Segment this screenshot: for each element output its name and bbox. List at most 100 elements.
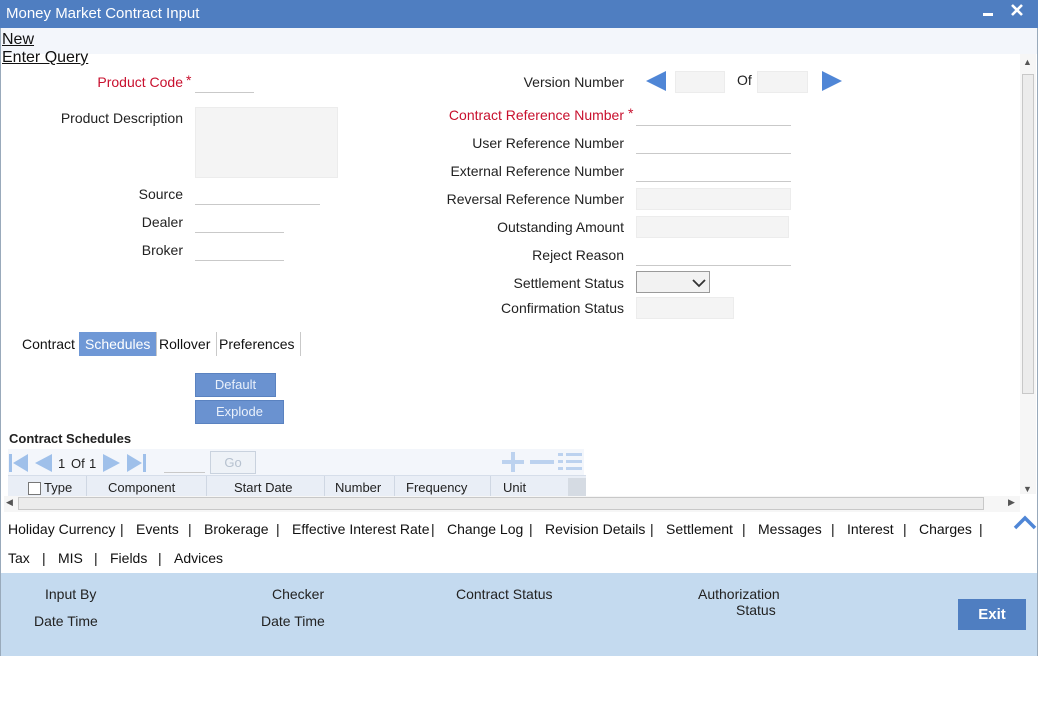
link-separator: | xyxy=(158,550,162,566)
link-change-log[interactable]: Change Log xyxy=(447,521,523,537)
link-separator: | xyxy=(529,521,533,537)
link-mis[interactable]: MIS xyxy=(58,550,83,566)
user-reference-input[interactable] xyxy=(636,132,791,154)
contract-reference-required-marker: * xyxy=(628,105,634,121)
input-by-label: Input By xyxy=(45,586,97,602)
schedules-grid-header: Type Component Start Date Number Frequen… xyxy=(8,475,586,498)
scroll-up-icon[interactable]: ▲ xyxy=(1023,57,1032,67)
tab-preferences[interactable]: Preferences xyxy=(213,332,302,356)
source-label: Source xyxy=(138,186,183,202)
column-divider xyxy=(86,476,87,498)
go-button[interactable]: Go xyxy=(210,451,256,474)
link-separator: | xyxy=(979,521,983,537)
tab-rollover[interactable]: Rollover xyxy=(153,332,218,356)
link-fields[interactable]: Fields xyxy=(110,550,147,566)
version-total-field xyxy=(757,71,808,93)
link-holiday-currency[interactable]: Holiday Currency xyxy=(8,521,115,537)
checker-label: Checker xyxy=(272,586,325,602)
vertical-scroll-thumb[interactable] xyxy=(1022,74,1034,394)
tab-schedules[interactable]: Schedules xyxy=(79,332,158,356)
single-view-icon[interactable] xyxy=(557,452,583,475)
exit-button[interactable]: Exit xyxy=(958,599,1026,630)
column-header-type[interactable]: Type xyxy=(44,480,72,495)
column-header-start-date[interactable]: Start Date xyxy=(234,480,293,495)
settlement-status-label: Settlement Status xyxy=(513,275,624,291)
default-button[interactable]: Default xyxy=(195,373,276,397)
link-tax[interactable]: Tax xyxy=(8,550,30,566)
link-separator: | xyxy=(42,550,46,566)
link-separator: | xyxy=(94,550,98,566)
product-description-field xyxy=(195,107,338,178)
contract-reference-input[interactable] xyxy=(636,104,791,126)
checker-date-time-label: Date Time xyxy=(261,613,325,629)
next-page-icon[interactable] xyxy=(102,453,122,476)
external-reference-input[interactable] xyxy=(636,160,791,182)
explode-button[interactable]: Explode xyxy=(195,400,284,424)
title-bar: Money Market Contract Input xyxy=(0,0,1038,28)
scroll-down-icon[interactable]: ▼ xyxy=(1023,484,1032,494)
link-separator: | xyxy=(188,521,192,537)
broker-input[interactable] xyxy=(195,239,284,261)
confirmation-status-label: Confirmation Status xyxy=(501,300,624,316)
product-code-required-marker: * xyxy=(186,72,192,88)
version-number-field xyxy=(675,71,725,93)
page-of-label: Of xyxy=(71,456,85,471)
window-title: Money Market Contract Input xyxy=(6,5,200,22)
version-number-label: Version Number xyxy=(523,74,624,90)
column-header-frequency[interactable]: Frequency xyxy=(406,480,467,495)
input-date-time-label: Date Time xyxy=(34,613,98,629)
column-divider xyxy=(490,476,491,498)
outstanding-amount-field xyxy=(636,216,789,238)
source-input[interactable] xyxy=(195,183,320,205)
new-link[interactable]: New xyxy=(2,31,34,49)
add-row-icon[interactable] xyxy=(501,452,525,475)
page-jump-input[interactable] xyxy=(164,451,205,473)
product-description-label: Product Description xyxy=(60,110,183,126)
product-code-input[interactable] xyxy=(195,71,254,93)
column-header-number[interactable]: Number xyxy=(335,480,381,495)
dealer-input[interactable] xyxy=(195,211,284,233)
product-code-label: Product Code xyxy=(97,74,183,90)
column-divider xyxy=(394,476,395,498)
outstanding-amount-label: Outstanding Amount xyxy=(497,219,624,235)
delete-row-icon[interactable] xyxy=(529,452,555,475)
tab-contract[interactable]: Contract xyxy=(16,332,82,356)
reject-reason-input[interactable] xyxy=(636,244,791,266)
prev-page-icon[interactable] xyxy=(33,453,53,476)
link-messages[interactable]: Messages xyxy=(758,521,822,537)
page-total: 1 xyxy=(89,456,97,471)
scroll-right-icon[interactable]: ▶ xyxy=(1008,497,1015,508)
column-header-component[interactable]: Component xyxy=(108,480,175,495)
link-brokerage[interactable]: Brokerage xyxy=(204,521,269,537)
authorization-status-label: Status xyxy=(736,602,776,618)
horizontal-scroll-thumb[interactable] xyxy=(18,497,984,510)
column-divider xyxy=(324,476,325,498)
enter-query-link[interactable]: Enter Query xyxy=(2,49,88,67)
first-page-icon[interactable] xyxy=(8,453,30,476)
link-advices[interactable]: Advices xyxy=(174,550,223,566)
broker-label: Broker xyxy=(141,242,183,258)
link-events[interactable]: Events xyxy=(136,521,179,537)
external-reference-label: External Reference Number xyxy=(450,163,624,179)
close-icon[interactable] xyxy=(1008,0,1026,22)
link-settlement[interactable]: Settlement xyxy=(666,521,733,537)
link-charges[interactable]: Charges xyxy=(919,521,972,537)
link-separator: | xyxy=(831,521,835,537)
minimize-icon[interactable] xyxy=(980,0,996,26)
next-version-arrow-icon[interactable] xyxy=(820,70,844,95)
authorization-label: Authorization xyxy=(698,586,780,602)
prev-version-arrow-icon[interactable] xyxy=(644,70,668,95)
chevron-down-icon xyxy=(692,276,706,292)
version-of-label: Of xyxy=(737,72,752,88)
link-interest[interactable]: Interest xyxy=(847,521,894,537)
link-effective-interest-rate[interactable]: Effective Interest Rate xyxy=(292,521,429,537)
link-separator: | xyxy=(742,521,746,537)
settlement-status-select[interactable] xyxy=(636,271,710,293)
select-all-checkbox[interactable] xyxy=(28,482,41,495)
collapse-up-icon[interactable] xyxy=(1013,514,1037,533)
link-revision-details[interactable]: Revision Details xyxy=(545,521,645,537)
column-header-unit[interactable]: Unit xyxy=(503,480,526,495)
last-page-icon[interactable] xyxy=(126,453,148,476)
scroll-left-icon[interactable]: ◀ xyxy=(6,497,13,508)
dealer-label: Dealer xyxy=(141,214,183,230)
